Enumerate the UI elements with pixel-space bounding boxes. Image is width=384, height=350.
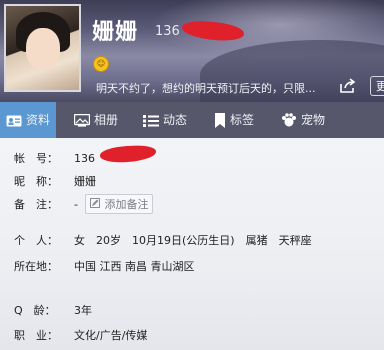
personal-row: 个 人： 女 20岁 10月19日(公历生日) 属猪 天秤座 <box>14 232 312 248</box>
smiley-emoji-icon: ☺ <box>93 56 109 72</box>
profile-card-icon <box>6 115 22 126</box>
pet-paw-icon <box>282 113 296 127</box>
location-value: 中国 江西 南昌 青山湖区 <box>74 260 195 273</box>
feed-list-icon <box>143 115 159 127</box>
occupation-label: 职 业： <box>14 329 58 342</box>
tab-pet-label: 宠物 <box>301 113 326 127</box>
tab-album[interactable]: 相册 <box>74 102 118 138</box>
account-row: 帐 号： 136 <box>14 150 95 166</box>
account-value: 136 <box>74 152 95 165</box>
personal-value: 女 20岁 10月19日(公历生日) 属猪 天秤座 <box>74 234 312 247</box>
remark-value: - <box>74 198 78 211</box>
q-age-row: Q 龄： 3年 <box>14 302 92 318</box>
qq-number: 136 <box>155 24 180 39</box>
q-age-label: Q 龄： <box>14 304 56 317</box>
occupation-value: 文化/广告/传媒 <box>74 329 148 342</box>
bookmark-tag-icon <box>215 113 225 128</box>
profile-tab-bar: 资料 相册 动态 标签 宠物 <box>0 102 384 138</box>
tab-feed[interactable]: 动态 <box>143 102 187 138</box>
remark-row: 备 注： - 添加备注 <box>14 194 154 214</box>
pencil-edit-icon <box>90 198 101 208</box>
share-icon[interactable] <box>339 78 357 94</box>
nickname-label: 昵 称： <box>14 175 58 188</box>
add-remark-button[interactable]: 添加备注 <box>85 194 154 214</box>
more-button[interactable]: 更 <box>370 76 384 96</box>
tab-profile[interactable]: 资料 <box>0 102 56 138</box>
tab-profile-label: 资料 <box>26 113 51 127</box>
profile-nickname: 姗姗 <box>92 20 139 45</box>
tab-album-label: 相册 <box>94 113 119 127</box>
signature-text[interactable]: 明天不约了，想约的明天预订后天的，只限... <box>96 80 316 96</box>
avatar[interactable] <box>4 4 81 92</box>
add-remark-label: 添加备注 <box>104 198 149 211</box>
account-label: 帐 号： <box>14 152 58 165</box>
photo-album-icon <box>74 114 90 127</box>
avatar-face <box>26 28 60 70</box>
q-age-value: 3年 <box>74 304 92 317</box>
nickname-row: 昵 称： 姗姗 <box>14 173 96 189</box>
personal-label: 个 人： <box>14 234 58 247</box>
remark-label: 备 注： <box>14 198 58 211</box>
nickname-value: 姗姗 <box>74 175 96 188</box>
tab-tags-label: 标签 <box>230 113 255 127</box>
tab-tags[interactable]: 标签 <box>214 102 254 138</box>
tab-feed-label: 动态 <box>163 113 188 127</box>
tab-pet[interactable]: 宠物 <box>281 102 325 138</box>
occupation-row: 职 业： 文化/广告/传媒 <box>14 327 147 343</box>
location-row: 所在地： 中国 江西 南昌 青山湖区 <box>14 258 195 274</box>
location-label: 所在地： <box>14 260 58 273</box>
